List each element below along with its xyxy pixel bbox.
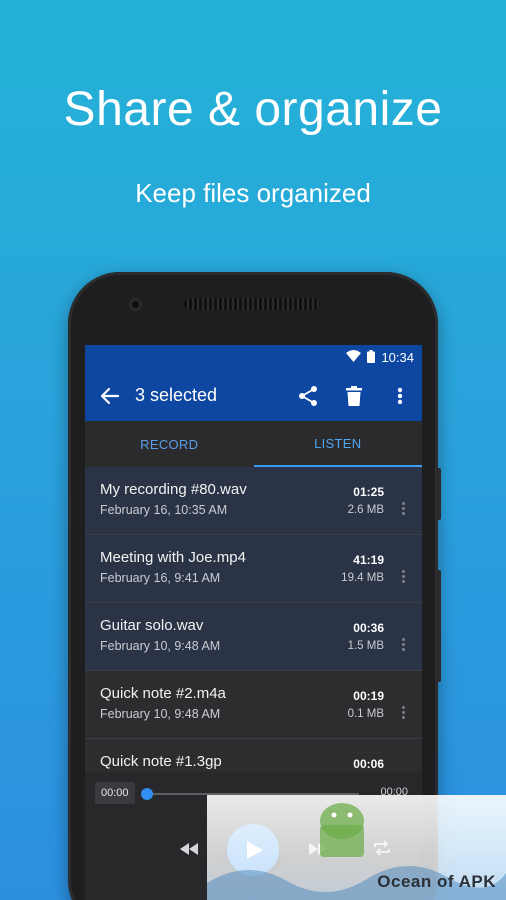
delete-icon[interactable]: [342, 384, 366, 408]
recording-duration: 41:19: [353, 553, 384, 567]
wifi-icon: [346, 350, 362, 365]
recording-duration: 00:19: [353, 689, 384, 703]
recording-duration: 00:36: [353, 621, 384, 635]
more-vertical-icon[interactable]: [402, 570, 406, 585]
tab-record[interactable]: RECORD: [85, 421, 254, 467]
more-vertical-icon[interactable]: [402, 502, 406, 517]
more-vertical-icon[interactable]: [402, 706, 406, 721]
recording-size: 2.6 MB: [347, 504, 384, 516]
tab-bar: RECORD LISTEN: [85, 421, 422, 467]
volume-button: [436, 468, 441, 520]
recording-size: 1.5 MB: [347, 640, 384, 652]
front-camera: [129, 298, 142, 311]
recording-size: 0.1 MB: [347, 708, 384, 720]
status-time: 10:34: [381, 350, 414, 365]
recordings-list: My recording #80.wav February 16, 10:35 …: [85, 467, 422, 807]
list-item[interactable]: Guitar solo.wav February 10, 9:48 AM 00:…: [85, 603, 422, 671]
selection-title: 3 selected: [135, 385, 218, 405]
list-item[interactable]: My recording #80.wav February 16, 10:35 …: [85, 467, 422, 535]
earpiece-speaker: [184, 298, 320, 310]
list-item[interactable]: Meeting with Joe.mp4 February 16, 9:41 A…: [85, 535, 422, 603]
share-icon[interactable]: [296, 384, 320, 408]
watermark: Ocean of APK: [207, 795, 506, 900]
status-bar: 10:34: [85, 345, 422, 370]
list-item[interactable]: Quick note #2.m4a February 10, 9:48 AM 0…: [85, 671, 422, 739]
more-vertical-icon[interactable]: [388, 384, 412, 408]
tab-listen[interactable]: LISTEN: [253, 421, 422, 467]
recording-duration: 00:06: [353, 757, 384, 771]
arrow-left-icon[interactable]: [101, 387, 119, 404]
rewind-icon[interactable]: [180, 842, 198, 860]
recording-duration: 01:25: [353, 485, 384, 499]
toolbar: 3 selected: [85, 370, 422, 421]
power-button: [436, 570, 441, 682]
promo-headline: Share & organize: [63, 83, 443, 136]
battery-icon: [367, 349, 376, 366]
promo-subline: Keep files organized: [135, 178, 371, 208]
recording-size: 19.4 MB: [341, 572, 384, 584]
watermark-text: Ocean of APK: [377, 872, 496, 891]
more-vertical-icon[interactable]: [402, 638, 406, 653]
current-time: 00:00: [95, 782, 135, 804]
seek-handle[interactable]: [141, 788, 153, 800]
